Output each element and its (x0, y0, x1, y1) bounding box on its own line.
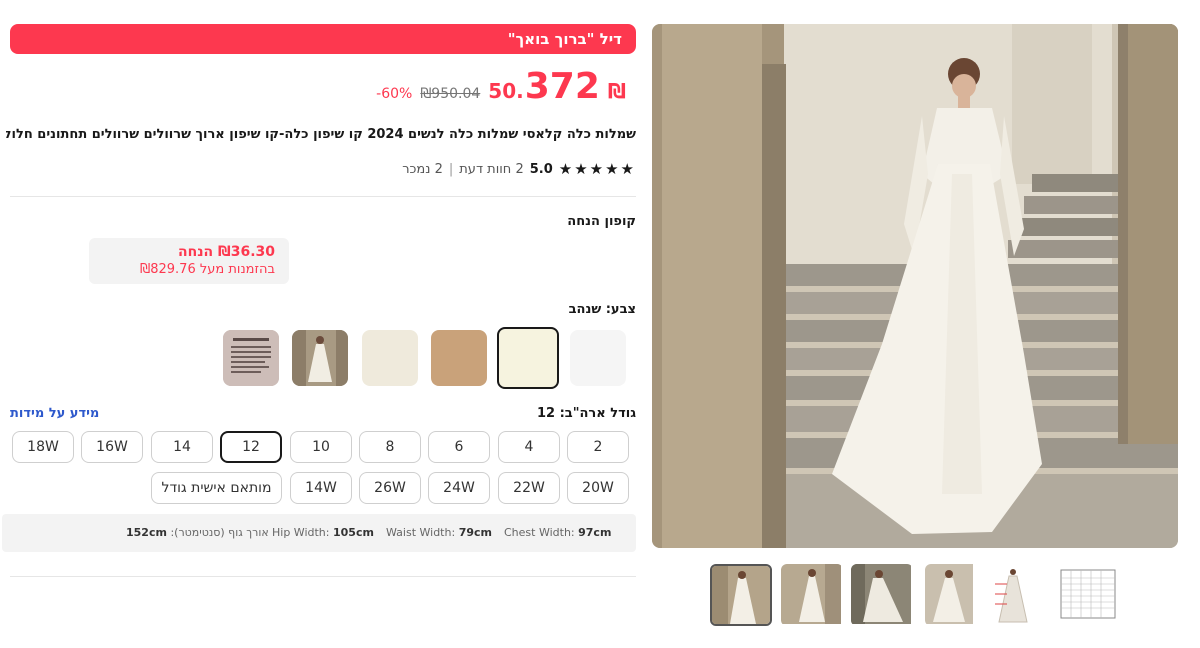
size-option-custom[interactable]: מותאם אישית גודל (151, 472, 282, 504)
swatch-white[interactable] (570, 330, 626, 386)
size-label: גודל ארה"ב: 12 (536, 406, 636, 421)
size-option[interactable]: 2 (567, 431, 629, 463)
swatch-champagne[interactable] (431, 330, 487, 386)
gallery-thumbnail[interactable] (851, 564, 913, 626)
swatch-photo[interactable] (292, 330, 348, 386)
spec-waist-label: Waist Width: (386, 526, 456, 539)
swatch-ivory[interactable] (497, 327, 559, 389)
thumbnail-image (851, 564, 911, 624)
custom-made-note-icon (223, 330, 279, 386)
spec-hip-value: 105cm (332, 526, 374, 539)
size-option[interactable]: 4 (498, 431, 560, 463)
star-rating-icon: ★★★★★ (558, 160, 636, 178)
size-option[interactable]: 24W (428, 472, 490, 504)
size-option-selected[interactable]: 12 (220, 431, 282, 463)
main-product-image[interactable] (652, 24, 1178, 548)
gallery-thumbnail[interactable] (925, 564, 987, 626)
size-chart-image (1057, 564, 1119, 624)
coupon-condition: בהזמנות מעל ₪829.76 (140, 262, 275, 277)
thumbnail-image (781, 564, 841, 624)
size-option[interactable]: 16W (81, 431, 143, 463)
gallery-thumbnail[interactable] (989, 564, 1051, 626)
rating-value: 5.0 (529, 161, 553, 177)
swatch-cream[interactable] (362, 330, 418, 386)
size-info-link[interactable]: מידע על מידות (10, 406, 99, 421)
price-currency: ₪ (607, 79, 626, 103)
spec-body-length: אורך גוף (סנטימטר): 152cm (126, 514, 269, 552)
size-option[interactable]: 10 (290, 431, 352, 463)
rating-separator: | (448, 161, 454, 177)
size-option[interactable]: 14W (290, 472, 352, 504)
divider (10, 576, 636, 577)
spec-body-label: אורך גוף (סנטימטר): (170, 526, 269, 539)
spec-waist: Waist Width: 79cm (386, 514, 492, 552)
size-option[interactable]: 26W (359, 472, 421, 504)
divider (10, 196, 636, 197)
review-count[interactable]: 2 חוות דעת (459, 162, 523, 177)
gallery-thumbnail[interactable] (710, 564, 772, 626)
swatch-custom-made[interactable] (223, 330, 279, 386)
size-option[interactable]: 6 (428, 431, 490, 463)
measurement-guide-image (989, 564, 1039, 624)
coupon-title: קופון הנחה (567, 214, 636, 229)
discount-badge: 60%- (376, 86, 413, 102)
spec-waist-value: 79cm (458, 526, 492, 539)
thumbnail-image (925, 564, 973, 624)
gallery-thumbnail[interactable] (1057, 564, 1119, 626)
size-option[interactable]: 18W (12, 431, 74, 463)
coupon-card[interactable]: ₪36.30 הנחה בהזמנות מעל ₪829.76 (89, 238, 289, 284)
spec-chest: Chest Width: 97cm (504, 514, 611, 552)
original-price: ₪950.04 (420, 86, 481, 102)
price-integer: 372 (524, 66, 600, 107)
coupon-amount: ₪36.30 הנחה (177, 244, 275, 260)
size-option[interactable]: 8 (359, 431, 421, 463)
wedding-dress-photo (652, 24, 1178, 548)
spec-body-value: 152cm (126, 526, 167, 539)
size-option[interactable]: 14 (151, 431, 213, 463)
gallery-thumbnail[interactable] (781, 564, 843, 626)
spec-chest-label: Chest Width: (504, 526, 575, 539)
deal-banner: דיל "ברוך בואך" (10, 24, 636, 54)
spec-hip-label: Hip Width: (272, 526, 330, 539)
color-label: צבע: שנהב (568, 302, 636, 317)
size-option[interactable]: 22W (498, 472, 560, 504)
dress-photo-thumbnail (292, 330, 348, 386)
price-row: ₪ 372 .50 ₪950.04 60%- (376, 66, 626, 107)
size-spec-bar: Chest Width: 97cm Waist Width: 79cm Hip … (2, 514, 636, 552)
size-option[interactable]: 20W (567, 472, 629, 504)
product-title: שמלות כלה קלאסי שמלות כלה לנשים 2024 קו … (6, 127, 636, 142)
sold-count: 2 נמכר (402, 161, 443, 177)
price-decimal: .50 (488, 79, 524, 103)
thumbnail-image (712, 566, 770, 624)
spec-chest-value: 97cm (578, 526, 612, 539)
spec-hip: Hip Width: 105cm (272, 514, 374, 552)
rating-row[interactable]: ★★★★★ 5.0 2 חוות דעת | 2 נמכר (402, 160, 636, 178)
